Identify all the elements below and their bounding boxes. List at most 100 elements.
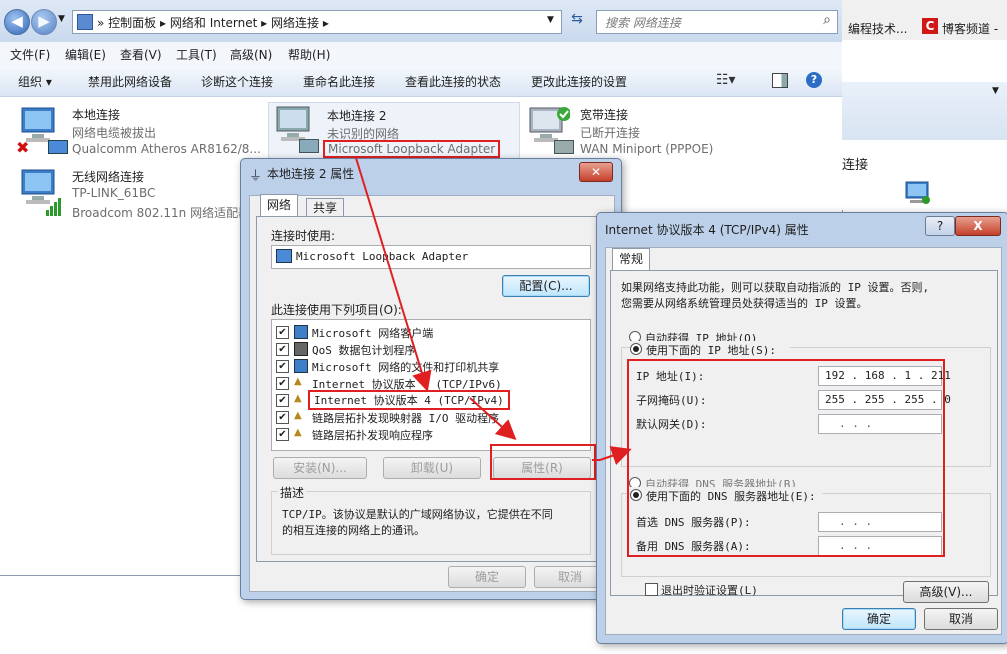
background-toolbar: ▼	[842, 82, 1007, 140]
change-settings-button[interactable]: 更改此连接的设置	[531, 73, 627, 90]
background-text: 连接	[842, 158, 869, 173]
breadcrumb-item-network-internet[interactable]: 网络和 Internet	[170, 16, 257, 30]
checkbox-checked[interactable]: ✔	[276, 326, 289, 339]
close-button[interactable]: ✕	[579, 162, 613, 182]
checkbox-unchecked[interactable]	[645, 583, 658, 596]
diagnose-button[interactable]: 诊断这个连接	[201, 73, 273, 90]
search-input[interactable]: 搜索 网络连接 ⌕	[596, 10, 838, 34]
tab-general[interactable]: 常规	[612, 248, 651, 271]
tab-sharing[interactable]: 共享	[306, 198, 345, 217]
advanced-button[interactable]: 高级(V)...	[903, 581, 989, 603]
list-item-label: Microsoft 网络客户端	[312, 327, 434, 340]
menu-advanced[interactable]: 高级(N)	[230, 46, 272, 63]
help-button[interactable]: ?	[925, 216, 955, 236]
connection-name: 宽带连接	[580, 108, 629, 122]
connection-broadband[interactable]: 宽带连接 已断开连接 WAN Miniport (PPPOE)	[524, 104, 774, 160]
checkbox-checked[interactable]: ✔	[276, 360, 289, 373]
protocol-icon: ▲	[294, 376, 302, 387]
list-item[interactable]: ✔ ▲ 链路层拓扑发现映射器 I/O 驱动程序	[276, 409, 576, 425]
protocol-icon: ▲	[294, 427, 302, 438]
properties-button-highlight	[490, 444, 596, 480]
back-icon[interactable]: ◀	[4, 9, 30, 35]
taskbar-item-label: 博客频道 -	[942, 22, 999, 36]
radio-selected[interactable]	[630, 343, 642, 355]
help-icon[interactable]: ?	[806, 72, 822, 88]
disable-device-button[interactable]: 禁用此网络设备	[88, 73, 172, 90]
connection-device-highlighted: Microsoft Loopback Adapter	[323, 140, 501, 158]
list-item[interactable]: ✔ QoS 数据包计划程序	[276, 341, 576, 357]
ip-settings-highlight	[627, 359, 945, 557]
install-button[interactable]: 安装(N)...	[273, 457, 367, 479]
intro-line-1: 如果网络支持此功能，则可以获取自动指派的 IP 设置。否则,	[621, 281, 930, 294]
list-item[interactable]: ✔ ▲ Internet 协议版本 6 (TCP/IPv6)	[276, 375, 576, 391]
organize-button[interactable]: 组织 ▾	[18, 73, 52, 90]
taskbar-item-label: 编程技术...	[848, 22, 908, 36]
menu-tools[interactable]: 工具(T)	[176, 46, 217, 63]
list-item[interactable]: ✔ Microsoft 网络的文件和打印机共享	[276, 358, 576, 374]
dialog-title: Internet 协议版本 4 (TCP/IPv4) 属性	[605, 223, 809, 237]
list-item-label: Microsoft 网络的文件和打印机共享	[312, 361, 500, 374]
address-bar[interactable]: » 控制面板 ▸ 网络和 Internet ▸ 网络连接 ▸ ▼	[72, 10, 562, 34]
components-list[interactable]: ✔ Microsoft 网络客户端 ✔ QoS 数据包计划程序 ✔ Micros…	[271, 319, 591, 451]
menu-file[interactable]: 文件(F)	[10, 46, 50, 63]
command-bar: 组织 ▾ 禁用此网络设备 诊断这个连接 重命名此连接 查看此连接的状态 更改此连…	[0, 66, 842, 97]
address-toolbar: ◀ ▶ ▼ » 控制面板 ▸ 网络和 Internet ▸ 网络连接 ▸ ▼ ⇆…	[0, 0, 842, 42]
checkbox-checked[interactable]: ✔	[276, 428, 289, 441]
adapter-title-icon: ⏚	[249, 169, 263, 184]
uninstall-button[interactable]: 卸载(U)	[383, 457, 481, 479]
view-options-icon[interactable]: ☷▾	[716, 72, 736, 88]
ok-button[interactable]: 确定	[842, 608, 916, 630]
protocol-icon: ▲	[294, 393, 302, 404]
items-label: 此连接使用下列项目(O):	[271, 303, 402, 317]
refresh-icon[interactable]: ⇆	[566, 11, 588, 31]
manual-ip-radio[interactable]: 使用下面的 IP 地址(S):	[630, 341, 790, 357]
connection-local[interactable]: ✖ 本地连接 网络电缆被拔出 Qualcomm Atheros AR8162/8…	[14, 104, 264, 160]
csdn-logo-icon: C	[922, 18, 938, 34]
checkbox-checked[interactable]: ✔	[276, 394, 289, 407]
preview-pane-icon[interactable]	[772, 73, 788, 88]
list-item-label-highlighted: Internet 协议版本 4 (TCP/IPv4)	[308, 390, 510, 410]
list-item[interactable]: ✔ Microsoft 网络客户端	[276, 324, 576, 340]
connection-name: 无线网络连接	[72, 170, 145, 184]
rename-button[interactable]: 重命名此连接	[303, 73, 375, 90]
taskbar-item-blog[interactable]: C 博客频道 -	[920, 14, 1007, 38]
dropdown-icon[interactable]: ▼	[992, 86, 999, 96]
connection-wireless[interactable]: 无线网络连接 TP-LINK_61BC Broadcom 802.11n 网络适…	[14, 166, 254, 222]
control-panel-icon	[77, 14, 93, 30]
nic-card-icon	[48, 140, 68, 154]
search-icon[interactable]: ⌕	[823, 12, 831, 28]
forward-icon[interactable]: ▶	[31, 9, 57, 35]
network-status-icon	[905, 181, 930, 204]
description-label: 描述	[278, 484, 307, 501]
ok-button[interactable]: 确定	[448, 566, 526, 588]
close-button[interactable]: X	[955, 216, 1001, 236]
breadcrumb-item-control-panel[interactable]: 控制面板	[108, 16, 156, 30]
checkbox-checked[interactable]: ✔	[276, 411, 289, 424]
view-status-button[interactable]: 查看此连接的状态	[405, 73, 501, 90]
list-item-selected[interactable]: ✔ ▲ Internet 协议版本 4 (TCP/IPv4)	[276, 390, 576, 410]
configure-button[interactable]: 配置(C)...	[502, 275, 590, 297]
breadcrumb-item-network-connections[interactable]: 网络连接	[271, 16, 319, 30]
list-item[interactable]: ✔ ▲ 链路层拓扑发现响应程序	[276, 426, 576, 442]
adapter-icon	[276, 249, 292, 263]
connection-device: WAN Miniport (PPPOE)	[580, 142, 714, 156]
address-dropdown-icon[interactable]: ▼	[547, 15, 554, 25]
connection-local-2[interactable]: 本地连接 2 未识别的网络 Microsoft Loopback Adapter	[268, 102, 520, 162]
qos-icon	[294, 342, 308, 356]
network-tab-panel: 连接时使用: Microsoft Loopback Adapter 配置(C).…	[256, 216, 606, 562]
recent-pages-icon[interactable]: ▼	[58, 14, 65, 24]
menu-view[interactable]: 查看(V)	[120, 46, 162, 63]
menu-edit[interactable]: 编辑(E)	[65, 46, 106, 63]
taskbar-item-programming[interactable]: 编程技术...	[842, 14, 918, 38]
adapter-field: Microsoft Loopback Adapter	[271, 245, 591, 269]
description-line-2: 的相互连接的网络上的通讯。	[282, 524, 425, 537]
checkbox-checked[interactable]: ✔	[276, 377, 289, 390]
dialog-body: 网络 共享 连接时使用: Microsoft Loopback Adapter …	[249, 194, 615, 592]
tab-network[interactable]: 网络	[260, 194, 299, 217]
cancel-button[interactable]: 取消	[924, 608, 998, 630]
menu-help[interactable]: 帮助(H)	[288, 46, 330, 63]
checkbox-checked[interactable]: ✔	[276, 343, 289, 356]
validate-on-exit-checkbox[interactable]: 退出时验证设置(L)	[645, 581, 845, 597]
dialog-title: 本地连接 2 属性	[267, 167, 355, 181]
checkbox-label: 退出时验证设置(L)	[661, 584, 758, 597]
